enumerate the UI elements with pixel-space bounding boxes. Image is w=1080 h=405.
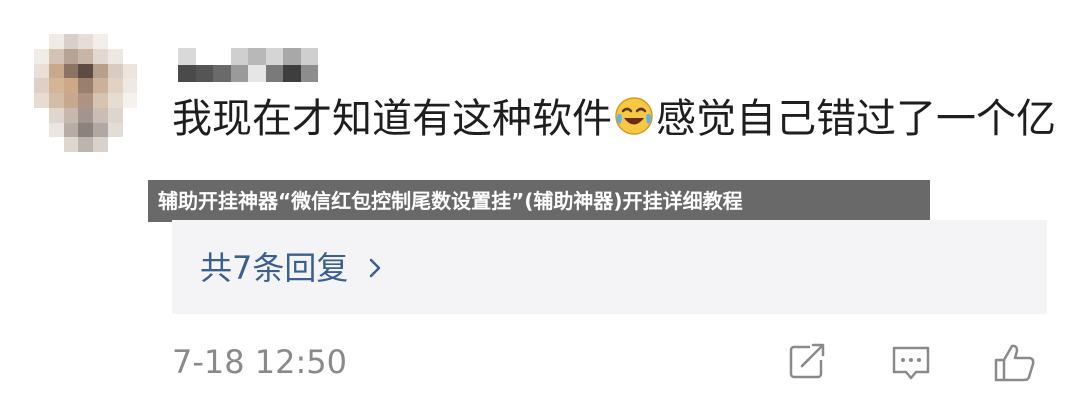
share-edit-button[interactable]: [782, 338, 832, 388]
share-edit-icon: [789, 343, 826, 379]
comment-icon: [892, 346, 930, 380]
comment-text-after-emoji: 感觉自己错过了一个亿: [656, 96, 1056, 142]
like-button[interactable]: [990, 338, 1040, 388]
laughing-crying-emoji-icon: [615, 97, 653, 135]
comment-text-before-emoji: 我现在才知道有这种软件: [172, 96, 612, 142]
avatar[interactable]: [34, 34, 152, 152]
comment-text: 我现在才知道有这种软件 感觉自己错过了一个亿: [172, 86, 1057, 152]
chevron-right-icon: [370, 258, 381, 278]
timestamp: 7-18 12:50: [172, 343, 348, 381]
view-replies-link[interactable]: 共7条回复: [200, 244, 386, 292]
replies-box: 共7条回复: [172, 220, 1047, 314]
like-icon: [994, 344, 1035, 382]
username-redacted[interactable]: [178, 48, 318, 82]
comment-button[interactable]: [886, 338, 936, 388]
replies-label: 共7条回复: [200, 249, 349, 287]
overlay-banner: 辅助开挂神器“微信红包控制尾数设置挂”(辅助神器)开挂详细教程: [148, 180, 930, 222]
